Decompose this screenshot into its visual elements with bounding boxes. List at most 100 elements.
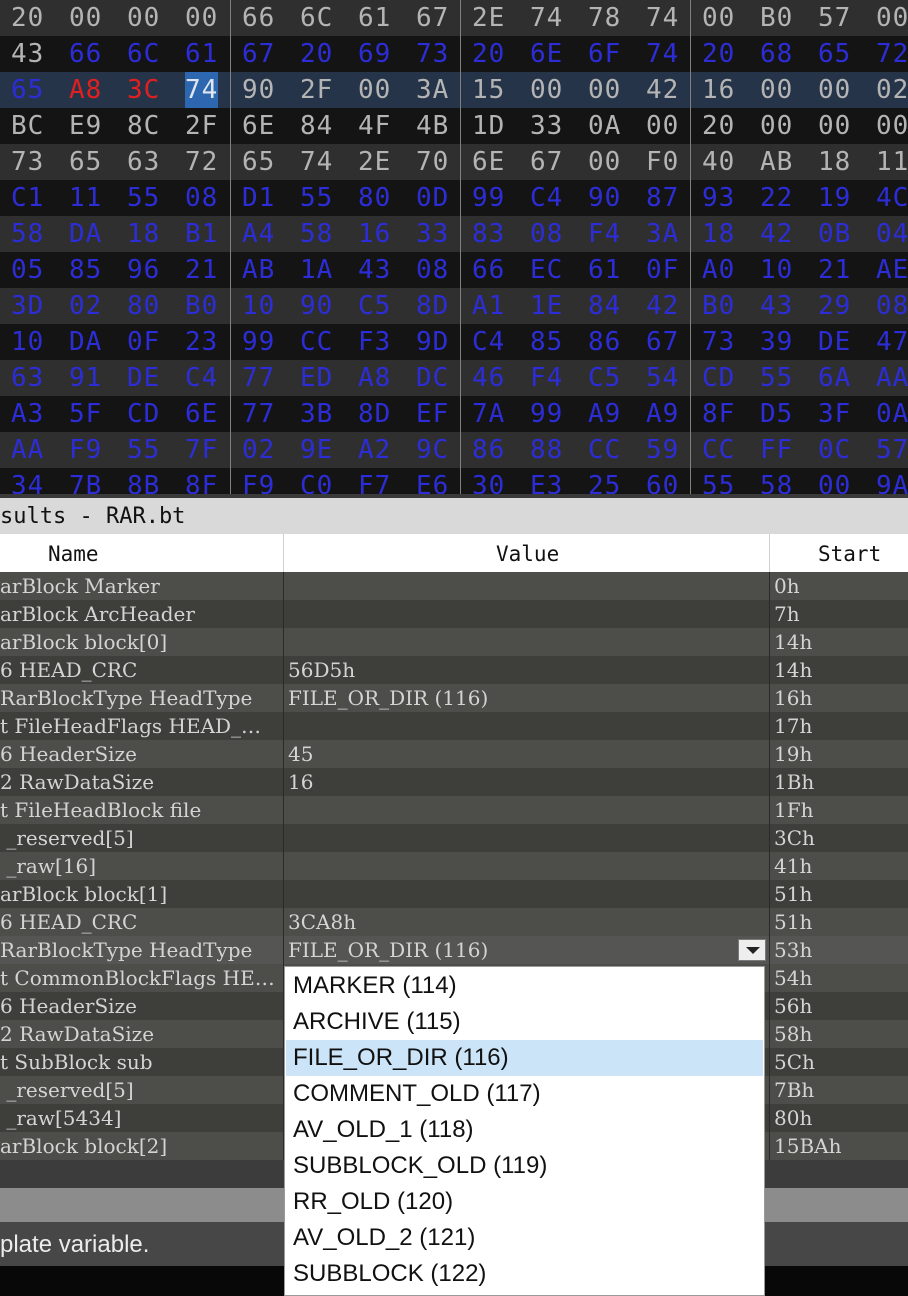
hex-byte[interactable]: DA (69, 324, 102, 360)
hex-byte[interactable]: 43 (760, 288, 793, 324)
row-value-cell[interactable] (288, 796, 728, 824)
hex-byte[interactable]: 18 (818, 144, 851, 180)
hex-byte[interactable]: 65 (11, 72, 44, 108)
hex-byte[interactable]: 23 (185, 324, 218, 360)
column-header-start[interactable]: Start (818, 534, 881, 572)
hex-byte[interactable]: CC (300, 324, 333, 360)
hex-byte[interactable]: 57 (818, 0, 851, 36)
row-value-cell[interactable] (288, 600, 728, 628)
dropdown-option[interactable]: MARKER (114) (286, 968, 763, 1004)
hex-row[interactable]: BC E9 8C 2F 6E 84 4F 4B 1D 33 0A 00 20 00 00 00 (0, 108, 908, 144)
hex-row[interactable]: 05 85 96 21 AB 1A 43 08 66 EC 61 0F A0 10 21 AE (0, 252, 908, 288)
dropdown-option[interactable]: SUBBLOCK_OLD (119) (286, 1148, 763, 1184)
hex-byte[interactable]: 69 (358, 36, 391, 72)
hex-byte[interactable]: 2E (472, 0, 505, 36)
hex-byte[interactable]: C4 (472, 324, 505, 360)
hex-byte[interactable]: 67 (530, 144, 563, 180)
hex-byte[interactable]: 67 (416, 0, 449, 36)
hex-row[interactable]: C1 11 55 08 D1 55 80 0D 99 C4 90 87 93 22 19 4C (0, 180, 908, 216)
hex-byte[interactable]: 80 (127, 288, 160, 324)
hex-byte[interactable]: CC (702, 432, 735, 468)
table-row[interactable]: RarBlockType HeadType FILE_OR_DIR (116) 53… (0, 936, 908, 964)
table-row[interactable]: t FileHeadBlock file 1Fh (0, 796, 908, 824)
hex-byte[interactable]: 6E (242, 108, 275, 144)
hex-byte[interactable]: 00 (588, 144, 621, 180)
hex-byte[interactable]: 58 (11, 216, 44, 252)
hex-byte[interactable]: 68 (760, 36, 793, 72)
hex-byte[interactable]: CC (588, 432, 621, 468)
hex-byte[interactable]: 67 (242, 36, 275, 72)
hex-byte[interactable]: 55 (127, 180, 160, 216)
table-row[interactable]: arBlock Marker 0h (0, 572, 908, 600)
row-value-cell[interactable] (288, 824, 728, 852)
hex-byte[interactable]: 73 (702, 324, 735, 360)
hex-byte[interactable]: CD (702, 360, 735, 396)
hex-byte[interactable]: DA (69, 216, 102, 252)
hex-row[interactable]: 20 00 00 00 66 6C 61 67 2E 74 78 74 00 B0 57 00 (0, 0, 908, 36)
hex-byte[interactable]: C5 (358, 288, 391, 324)
hex-byte[interactable]: 0F (646, 252, 679, 288)
hex-byte[interactable]: 87 (646, 180, 679, 216)
table-row[interactable]: _raw[16] 41h (0, 852, 908, 880)
hex-byte[interactable]: 10 (242, 288, 275, 324)
hex-byte[interactable]: C4 (185, 360, 218, 396)
hex-byte[interactable]: 9C (416, 432, 449, 468)
hex-byte[interactable]: 90 (300, 288, 333, 324)
hex-byte[interactable]: DE (127, 360, 160, 396)
hex-byte[interactable]: 15 (472, 72, 505, 108)
hex-byte[interactable]: 55 (127, 432, 160, 468)
table-row[interactable]: 2 RawDataSize 16 1Bh (0, 768, 908, 796)
hex-byte[interactable]: 8F (702, 396, 735, 432)
hex-byte[interactable]: 99 (530, 396, 563, 432)
hex-byte[interactable]: 4F (358, 108, 391, 144)
row-value-cell[interactable]: 56D5h (288, 656, 728, 684)
hex-byte[interactable]: 02 (69, 288, 102, 324)
hex-byte[interactable]: 66 (69, 36, 102, 72)
hex-byte[interactable]: 19 (818, 180, 851, 216)
hex-byte[interactable]: 8D (416, 288, 449, 324)
hex-byte[interactable]: F3 (358, 324, 391, 360)
hex-byte[interactable]: 2E (358, 144, 391, 180)
hex-byte[interactable]: 1E (530, 288, 563, 324)
hex-byte[interactable]: 08 (876, 288, 908, 324)
hex-byte[interactable]: 84 (300, 108, 333, 144)
hex-byte[interactable]: 3C (127, 72, 160, 108)
table-row[interactable]: t FileHeadFlags HEAD_… 17h (0, 712, 908, 740)
chevron-down-icon[interactable] (738, 939, 766, 961)
table-row[interactable]: 6 HeaderSize 45 19h (0, 740, 908, 768)
hex-byte[interactable]: C4 (530, 180, 563, 216)
column-divider[interactable] (769, 534, 770, 572)
hex-byte[interactable]: 16 (358, 216, 391, 252)
hex-byte[interactable]: 04 (876, 216, 908, 252)
hex-byte[interactable]: 67 (646, 324, 679, 360)
hex-byte[interactable]: 6E (530, 36, 563, 72)
hex-byte[interactable]: 47 (876, 324, 908, 360)
hex-byte[interactable]: 02 (876, 72, 908, 108)
hex-byte[interactable]: 3F (818, 396, 851, 432)
hex-byte[interactable]: 74 (646, 36, 679, 72)
hex-byte[interactable]: 74 (530, 0, 563, 36)
hex-byte[interactable]: AB (760, 144, 793, 180)
hex-byte[interactable]: 55 (760, 360, 793, 396)
hex-byte[interactable]: F9 (69, 432, 102, 468)
hex-byte[interactable]: 46 (472, 360, 505, 396)
hex-byte[interactable]: 72 (185, 144, 218, 180)
hex-byte[interactable]: B1 (185, 216, 218, 252)
dropdown-option[interactable]: RR_OLD (120) (286, 1184, 763, 1220)
hex-byte[interactable]: 84 (588, 288, 621, 324)
hex-byte[interactable]: 61 (185, 36, 218, 72)
hex-byte[interactable]: FF (760, 432, 793, 468)
hex-byte[interactable]: 0A (876, 396, 908, 432)
hex-byte[interactable]: 0B (818, 216, 851, 252)
hex-byte[interactable]: C1 (11, 180, 44, 216)
hex-byte[interactable]: 20 (702, 36, 735, 72)
column-header-value[interactable]: Value (496, 534, 559, 572)
hex-byte[interactable]: 59 (646, 432, 679, 468)
hex-byte[interactable]: 16 (702, 72, 735, 108)
hex-byte[interactable]: 00 (876, 108, 908, 144)
hex-byte[interactable]: 8C (127, 108, 160, 144)
hex-byte[interactable]: 7F (185, 432, 218, 468)
hex-byte[interactable]: 8D (358, 396, 391, 432)
hex-byte[interactable]: 61 (358, 0, 391, 36)
hex-byte[interactable]: 86 (588, 324, 621, 360)
